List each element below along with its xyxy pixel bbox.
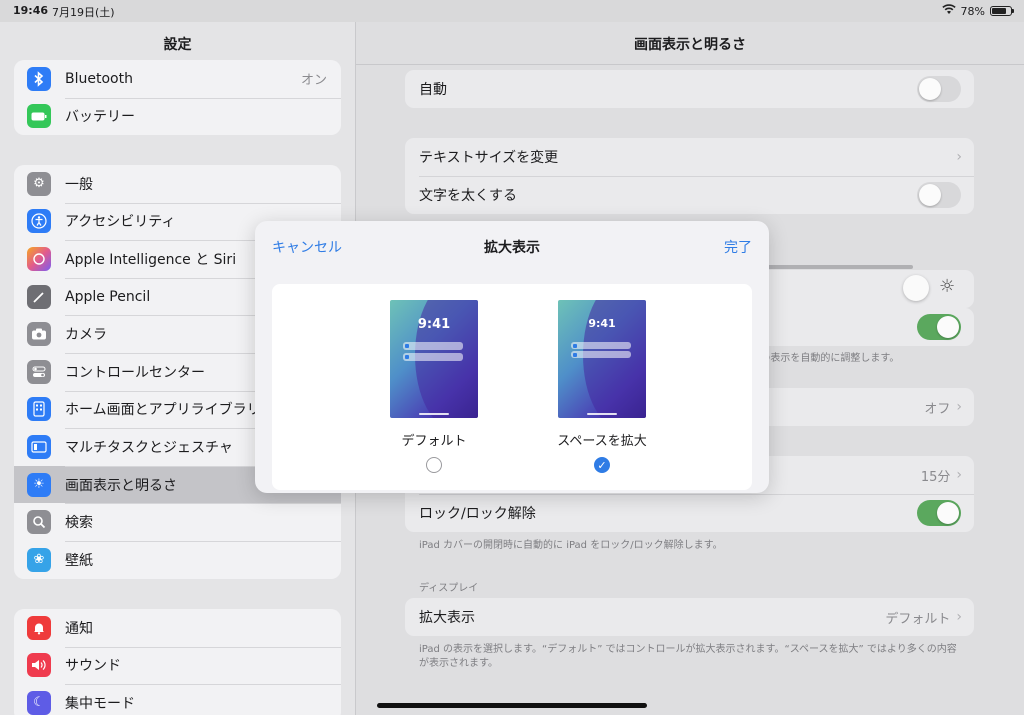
text-group: テキストサイズを変更 › 文字を太くする: [405, 138, 974, 214]
brightness-slider-knob[interactable]: [903, 275, 929, 301]
home-screen-icon: [27, 397, 51, 422]
preview-time: 9:41: [588, 317, 616, 330]
sidebar-item-general[interactable]: ⚙ 一般: [14, 165, 341, 203]
zoom-option-more-space[interactable]: 9:41 スペースを拡大 ✓: [527, 300, 677, 473]
pencil-icon: [27, 284, 51, 309]
modal-title: 拡大表示: [484, 240, 540, 256]
sidebar-group-connectivity: Bluetooth オン バッテリー: [14, 60, 341, 136]
lock-unlock-toggle[interactable]: [917, 500, 961, 526]
bluetooth-icon: [27, 66, 51, 91]
header-divider: [356, 64, 1024, 65]
chevron-right-icon: ›: [956, 609, 962, 625]
more-space-preview-image: 9:41: [558, 300, 646, 418]
zoom-option-label: スペースを拡大: [557, 434, 647, 449]
display-zoom-value: デフォルト: [885, 611, 951, 627]
camera-icon: [27, 322, 51, 347]
night-shift-value: オフ: [924, 401, 951, 417]
sidebar-item-value: オン: [300, 73, 327, 89]
chevron-right-icon: ›: [956, 399, 962, 415]
auto-label: 自動: [419, 82, 447, 98]
sidebar-item-label: 壁紙: [65, 552, 93, 569]
battery-icon: [27, 104, 51, 129]
display-zoom-note: iPad の表示を選択します。“デフォルト” ではコントロールが拡大表示されます…: [419, 644, 957, 669]
accessibility-icon: [27, 209, 51, 234]
wifi-icon: [941, 4, 956, 18]
bold-text-toggle[interactable]: [917, 182, 961, 208]
lock-unlock-note: iPad カバーの開閉時に自動的に iPad をロック/ロック解除します。: [419, 540, 723, 551]
sidebar-item-bluetooth[interactable]: Bluetooth オン: [14, 60, 341, 98]
sidebar-item-label: 検索: [65, 515, 93, 532]
checkmark-icon: ✓: [597, 459, 607, 472]
sound-icon: [27, 653, 51, 678]
lock-unlock-row: ロック/ロック解除: [405, 494, 974, 532]
status-date: 7月19日(土): [52, 6, 115, 19]
display-zoom-label: 拡大表示: [419, 610, 475, 626]
page-title: 画面表示と明るさ: [634, 37, 746, 53]
text-size-row[interactable]: テキストサイズを変更 ›: [405, 138, 974, 176]
sidebar-item-wallpaper[interactable]: ❀ 壁紙: [14, 540, 341, 579]
notification-icon: [27, 615, 51, 640]
brightness-icon: ☀: [27, 472, 51, 497]
display-section-header: ディスプレイ: [419, 583, 479, 594]
more-space-radio-checked[interactable]: ✓: [594, 457, 610, 473]
battery-percent: 78%: [960, 4, 985, 18]
display-zoom-row[interactable]: 拡大表示 デフォルト ›: [405, 598, 974, 636]
sidebar-item-label: 集中モード: [65, 695, 135, 712]
auto-appearance-row: 自動: [405, 70, 974, 108]
status-bar: 19:46 7月19日(土) 78%: [0, 0, 1024, 22]
preview-time: 9:41: [417, 317, 451, 332]
status-time: 19:46: [13, 4, 49, 17]
wallpaper-icon: ❀: [27, 547, 51, 572]
focus-icon: ☾: [27, 690, 51, 715]
sidebar-item-focus[interactable]: ☾ 集中モード: [14, 684, 341, 715]
sidebar-title: 設定: [163, 37, 192, 53]
sidebar-item-label: 通知: [65, 620, 93, 637]
sidebar-item-label: サウンド: [65, 658, 121, 675]
true-tone-note: dの表示を自動的に調整します。: [754, 353, 900, 364]
search-icon: [27, 510, 51, 535]
auto-toggle[interactable]: [917, 76, 961, 102]
gear-icon: ⚙: [27, 171, 51, 196]
zoom-option-default[interactable]: 9:41 デフォルト: [359, 300, 509, 473]
display-zoom-group: 拡大表示 デフォルト ›: [405, 598, 974, 636]
sidebar-item-sounds[interactable]: サウンド: [14, 646, 341, 685]
auto-lock-value: 15分: [920, 469, 951, 485]
display-zoom-modal: キャンセル 拡大表示 完了 9:41 デフォルト 9:41 スペースを拡大 ✓: [255, 221, 769, 493]
default-radio[interactable]: [426, 457, 442, 473]
home-indicator[interactable]: [377, 703, 647, 708]
sidebar-item-label: Bluetooth: [65, 70, 133, 87]
chevron-right-icon: ›: [956, 467, 962, 483]
sidebar-group-notifications: 通知 サウンド ☾ 集中モード: [14, 609, 341, 715]
siri-icon: [27, 246, 51, 271]
bold-text-row: 文字を太くする: [405, 176, 974, 214]
battery-status-icon: [990, 6, 1014, 16]
sidebar-item-notifications[interactable]: 通知: [14, 609, 341, 647]
zoom-options-card: 9:41 デフォルト 9:41 スペースを拡大 ✓: [272, 284, 752, 490]
appearance-auto-group: 自動: [405, 70, 974, 108]
control-center-icon: [27, 359, 51, 384]
bold-text-label: 文字を太くする: [419, 188, 517, 204]
zoom-option-label: デフォルト: [401, 434, 467, 449]
default-preview-image: 9:41: [390, 300, 478, 418]
done-button[interactable]: 完了: [724, 237, 752, 257]
sidebar-item-label: バッテリー: [65, 109, 135, 126]
sidebar-item-search[interactable]: 検索: [14, 503, 341, 541]
true-tone-toggle[interactable]: [917, 314, 961, 340]
lock-unlock-label: ロック/ロック解除: [419, 506, 536, 522]
sidebar-item-label: 一般: [65, 176, 93, 193]
chevron-right-icon: ›: [956, 149, 962, 165]
text-size-label: テキストサイズを変更: [419, 150, 559, 166]
sidebar-item-battery[interactable]: バッテリー: [14, 97, 341, 136]
sun-icon: ☼: [939, 276, 956, 297]
multitask-icon: [27, 434, 51, 459]
